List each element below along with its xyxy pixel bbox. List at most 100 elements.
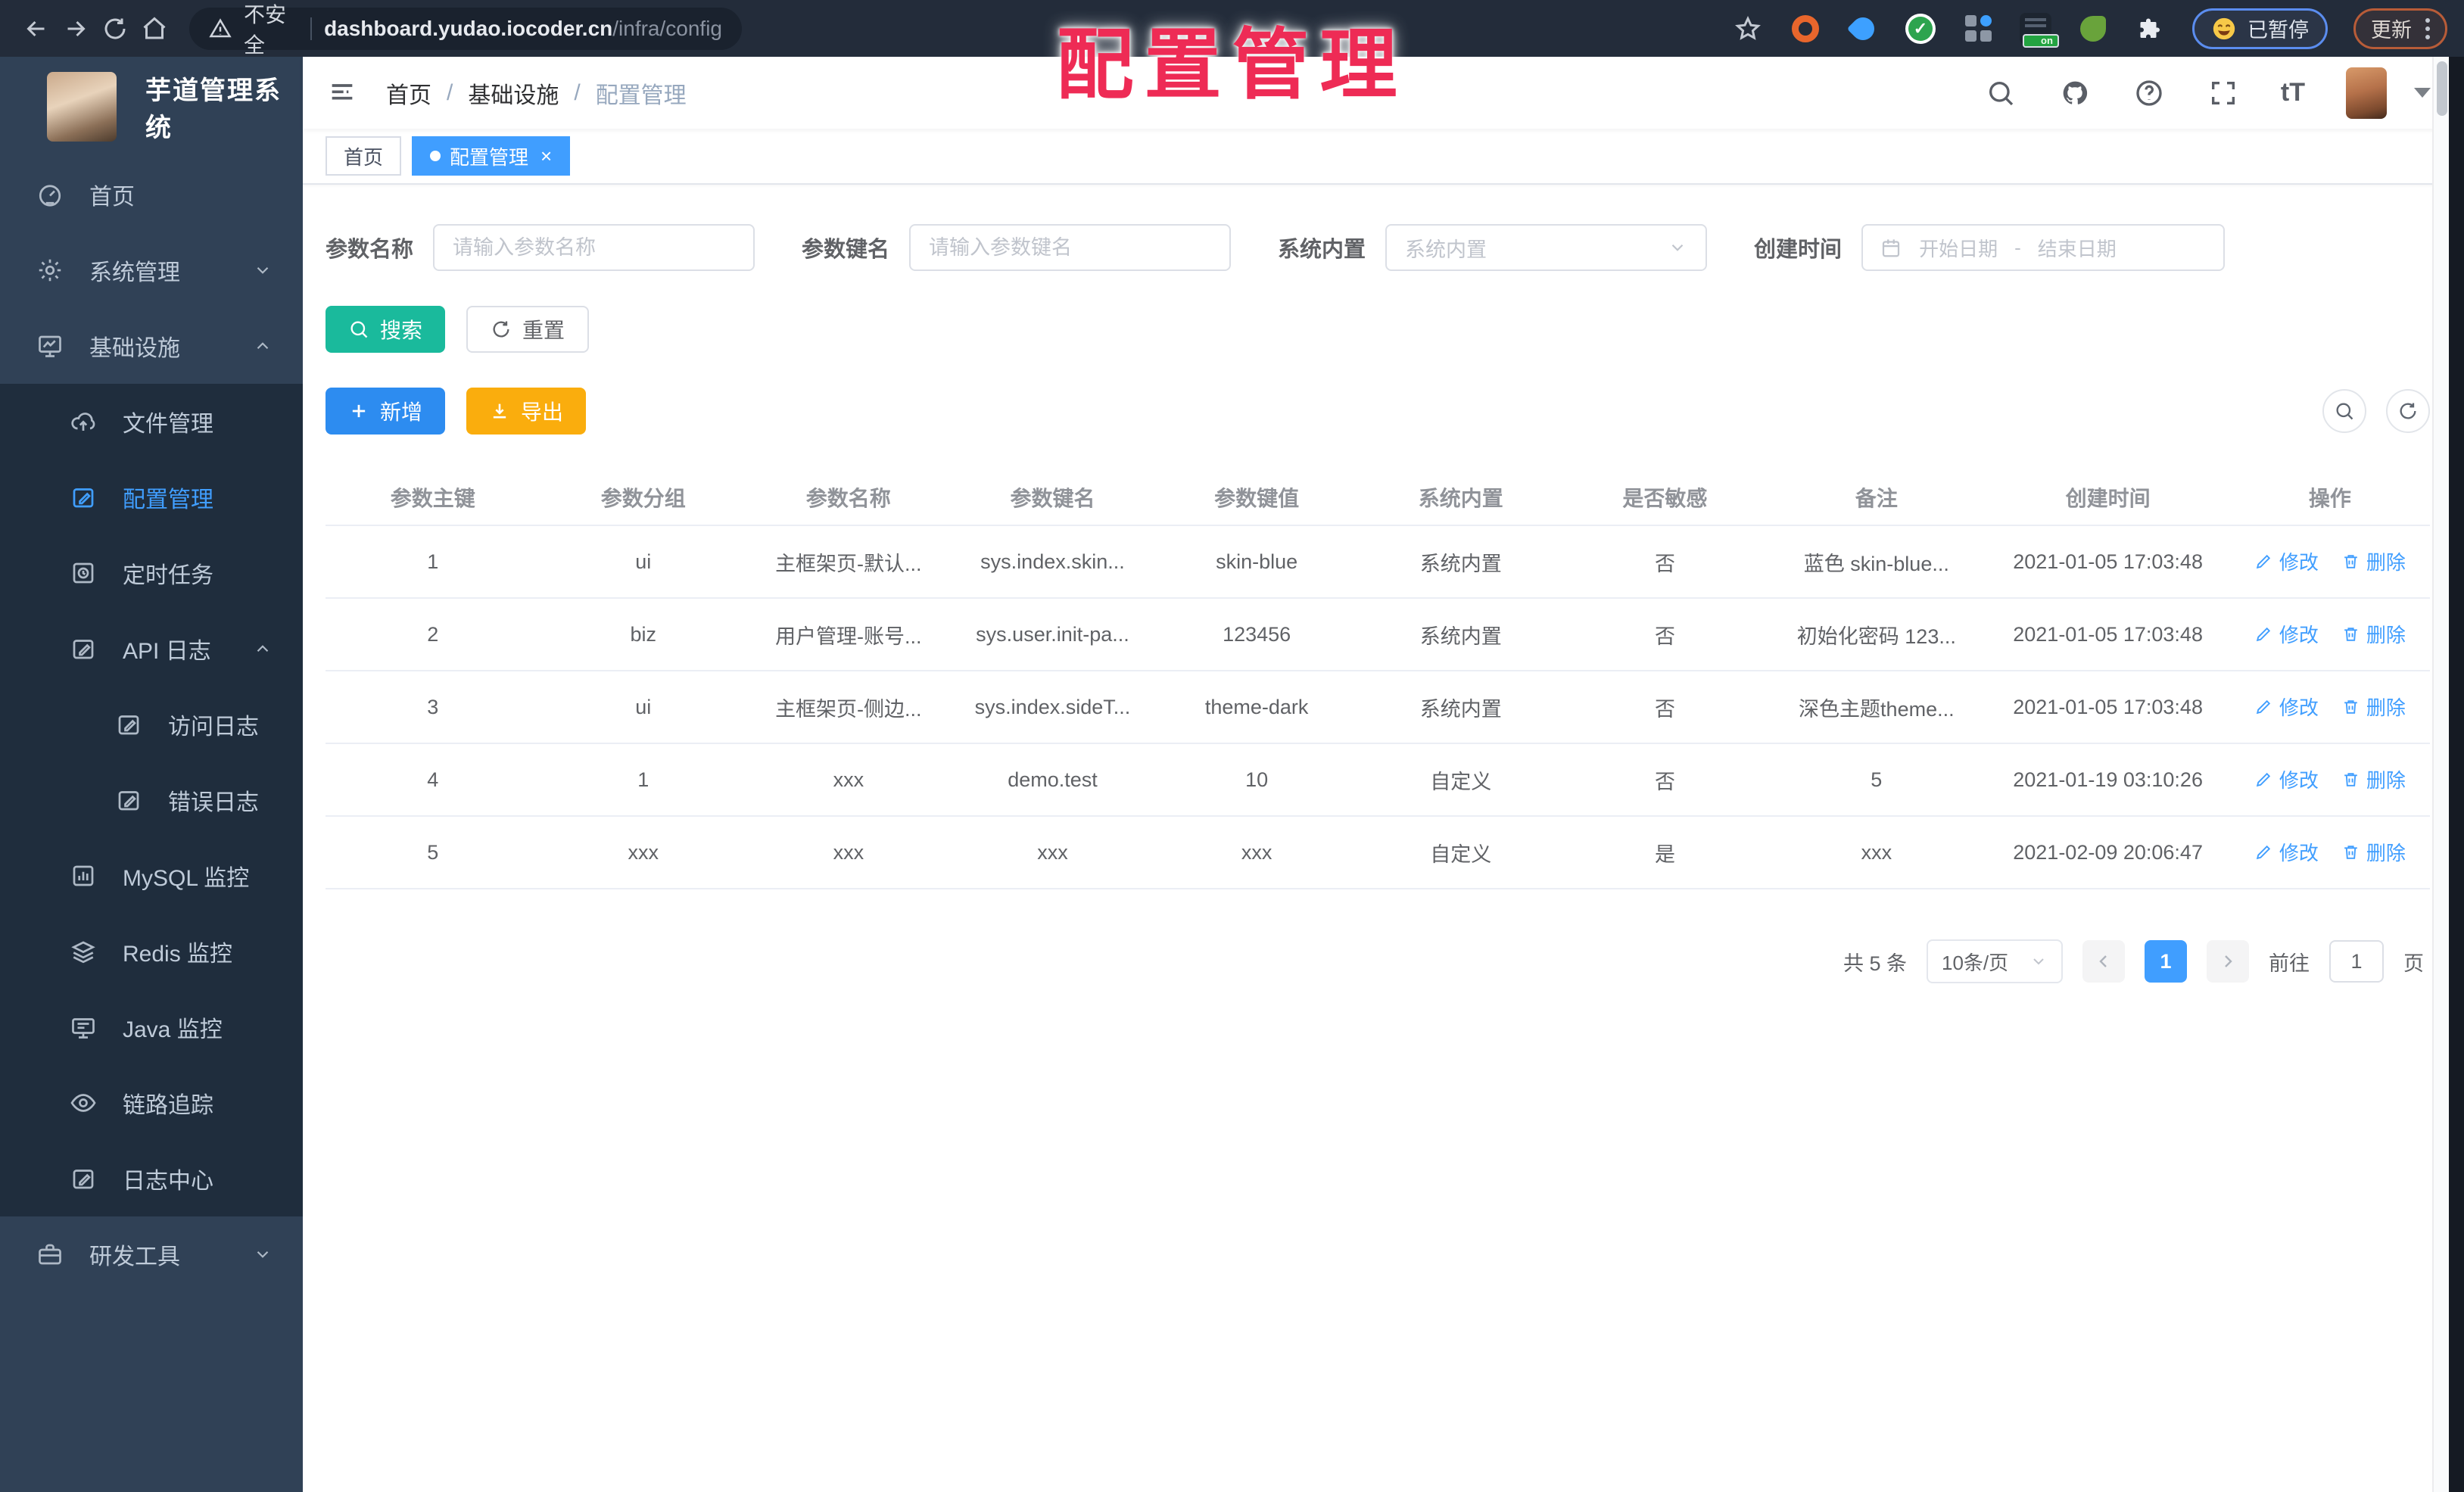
sidebar-item-system[interactable]: 系统管理 — [0, 232, 303, 308]
fullscreen-icon[interactable] — [2207, 76, 2240, 110]
table-toolbar — [2322, 389, 2430, 433]
extension-orange-icon[interactable] — [1790, 13, 1821, 45]
warning-icon — [209, 17, 232, 37]
font-size-icon[interactable]: tT — [2281, 78, 2305, 107]
param-key-input[interactable] — [909, 224, 1232, 271]
refresh-icon[interactable] — [95, 9, 135, 48]
sidebar-item-mysql[interactable]: MySQL 监控 — [0, 838, 303, 914]
tag-config[interactable]: 配置管理 × — [412, 136, 571, 176]
github-icon[interactable] — [2058, 76, 2092, 110]
sidebar-item-home[interactable]: 首页 — [0, 157, 303, 232]
scrollbar-thumb[interactable] — [2437, 61, 2447, 116]
sidebar-item-redis[interactable]: Redis 监控 — [0, 914, 303, 989]
back-icon[interactable] — [17, 9, 56, 48]
sidebar-logo[interactable]: 芋道管理系统 — [0, 57, 303, 157]
calendar-icon — [1882, 239, 1900, 257]
page-scrollbar[interactable] — [2432, 57, 2449, 1492]
extension-leaf-icon[interactable] — [2077, 13, 2109, 45]
table-row: 5 xxx xxx xxx xxx 自定义是 xxx 2021-02-09 20:06:47 … — [326, 816, 2430, 889]
goto-page-input[interactable] — [2329, 940, 2384, 983]
help-icon[interactable] — [2132, 76, 2166, 110]
browser-menu-icon[interactable] — [2425, 17, 2430, 39]
edit-icon — [2256, 554, 2271, 569]
sidebar-item-files[interactable]: 文件管理 — [0, 384, 303, 459]
table-row: 1 ui 主框架页-默认... sys.index.skin... skin-blue 系… — [326, 525, 2430, 599]
date-range-picker[interactable]: 开始日期 - 结束日期 — [1861, 224, 2226, 271]
breadcrumb-home[interactable]: 首页 — [386, 76, 431, 110]
search-icon — [2336, 403, 2353, 420]
extensions-puzzle-icon[interactable] — [2135, 13, 2167, 45]
active-dot-icon — [430, 151, 441, 161]
extension-green-check-icon[interactable]: ✓ — [1905, 13, 1936, 45]
screen: 不安全 dashboard.yudao.iocoder.cn/infra/con… — [0, 0, 2464, 1492]
update-button[interactable]: 更新 — [2353, 8, 2447, 49]
add-button[interactable]: 新增 — [326, 388, 446, 435]
tag-home[interactable]: 首页 — [326, 136, 402, 176]
pagination: 共 5 条 10条/页 1 前往 页 — [326, 939, 2430, 983]
paused-badge[interactable]: 已暂停 — [2192, 8, 2328, 49]
sidebar-collapse-icon[interactable] — [326, 76, 359, 110]
trash-icon — [2344, 555, 2357, 568]
edit-square-icon — [73, 488, 94, 508]
refresh-table-button[interactable] — [2386, 389, 2430, 433]
filter-date-label: 创建时间 — [1754, 238, 1843, 262]
sidebar-item-java[interactable]: Java 监控 — [0, 989, 303, 1065]
edit-link[interactable]: 修改 — [2254, 547, 2319, 575]
current-page[interactable]: 1 — [2145, 940, 2187, 983]
refresh-icon — [493, 321, 509, 338]
delete-link[interactable]: 删除 — [2341, 547, 2406, 575]
sidebar-item-error-log[interactable]: 错误日志 — [0, 762, 303, 838]
edit-link[interactable]: 修改 — [2254, 838, 2319, 866]
edit-link[interactable]: 修改 — [2254, 693, 2319, 721]
extension-on-badge-icon[interactable]: on — [2020, 12, 2059, 48]
extension-pin-icon[interactable] — [1846, 12, 1880, 45]
sidebar-item-config[interactable]: 配置管理 — [0, 459, 303, 535]
prev-page-button[interactable] — [2082, 940, 2125, 983]
delete-link[interactable]: 删除 — [2341, 620, 2406, 648]
avatar-caret-icon[interactable] — [2414, 88, 2431, 98]
sidebar-item-access-log[interactable]: 访问日志 — [0, 687, 303, 762]
extension-grid-icon[interactable] — [1962, 13, 1994, 45]
builtin-type-select[interactable]: 系统内置 — [1385, 224, 1708, 271]
close-icon[interactable]: × — [540, 146, 552, 166]
security-label: 不安全 — [244, 2, 287, 57]
forward-icon[interactable] — [56, 9, 95, 48]
user-avatar[interactable] — [2346, 67, 2387, 119]
window-edge — [2449, 57, 2464, 1492]
search-icon — [350, 321, 368, 338]
address-bar[interactable]: 不安全 dashboard.yudao.iocoder.cn/infra/con… — [189, 3, 742, 57]
sidebar-item-infra[interactable]: 基础设施 — [0, 308, 303, 384]
filter-key-label: 参数键名 — [802, 238, 890, 262]
bookmark-star-icon[interactable] — [1732, 13, 1764, 45]
param-name-input[interactable] — [433, 224, 755, 271]
edit-link[interactable]: 修改 — [2254, 620, 2319, 648]
reset-button[interactable]: 重置 — [466, 306, 590, 353]
home-icon[interactable] — [135, 9, 174, 48]
edit-square-icon — [118, 715, 139, 735]
search-button[interactable]: 搜索 — [326, 306, 446, 353]
delete-link[interactable]: 删除 — [2341, 693, 2406, 721]
page-size-select[interactable]: 10条/页 — [1927, 939, 2063, 983]
breadcrumb-current: 配置管理 — [595, 83, 687, 108]
chevron-down-icon — [1671, 244, 1684, 251]
table-actions-row: 新增 导出 — [326, 388, 2430, 435]
trash-icon — [2344, 628, 2357, 641]
sidebar-menu: 首页 系统管理 基础设施 文件管理 配置管理 定时任务 API 日志 访问日志 … — [0, 157, 303, 1492]
delete-link[interactable]: 删除 — [2341, 765, 2406, 793]
sidebar-item-log-center[interactable]: 日志中心 — [0, 1141, 303, 1216]
edit-link[interactable]: 修改 — [2254, 765, 2319, 793]
sidebar-item-dev-tools[interactable]: 研发工具 — [0, 1216, 303, 1292]
next-page-button[interactable] — [2207, 940, 2249, 983]
plus-icon — [352, 404, 366, 418]
sidebar-item-api-log[interactable]: API 日志 — [0, 611, 303, 687]
search-icon[interactable] — [1984, 76, 2017, 110]
breadcrumb-infra[interactable]: 基础设施 — [468, 76, 559, 110]
export-button[interactable]: 导出 — [466, 388, 587, 435]
eye-icon — [70, 1094, 96, 1112]
cloud-upload-icon — [71, 413, 95, 431]
total-count: 共 5 条 — [1843, 952, 1907, 975]
toggle-search-button[interactable] — [2322, 389, 2366, 433]
sidebar-item-jobs[interactable]: 定时任务 — [0, 535, 303, 611]
sidebar-item-tracing[interactable]: 链路追踪 — [0, 1065, 303, 1141]
delete-link[interactable]: 删除 — [2341, 838, 2406, 866]
